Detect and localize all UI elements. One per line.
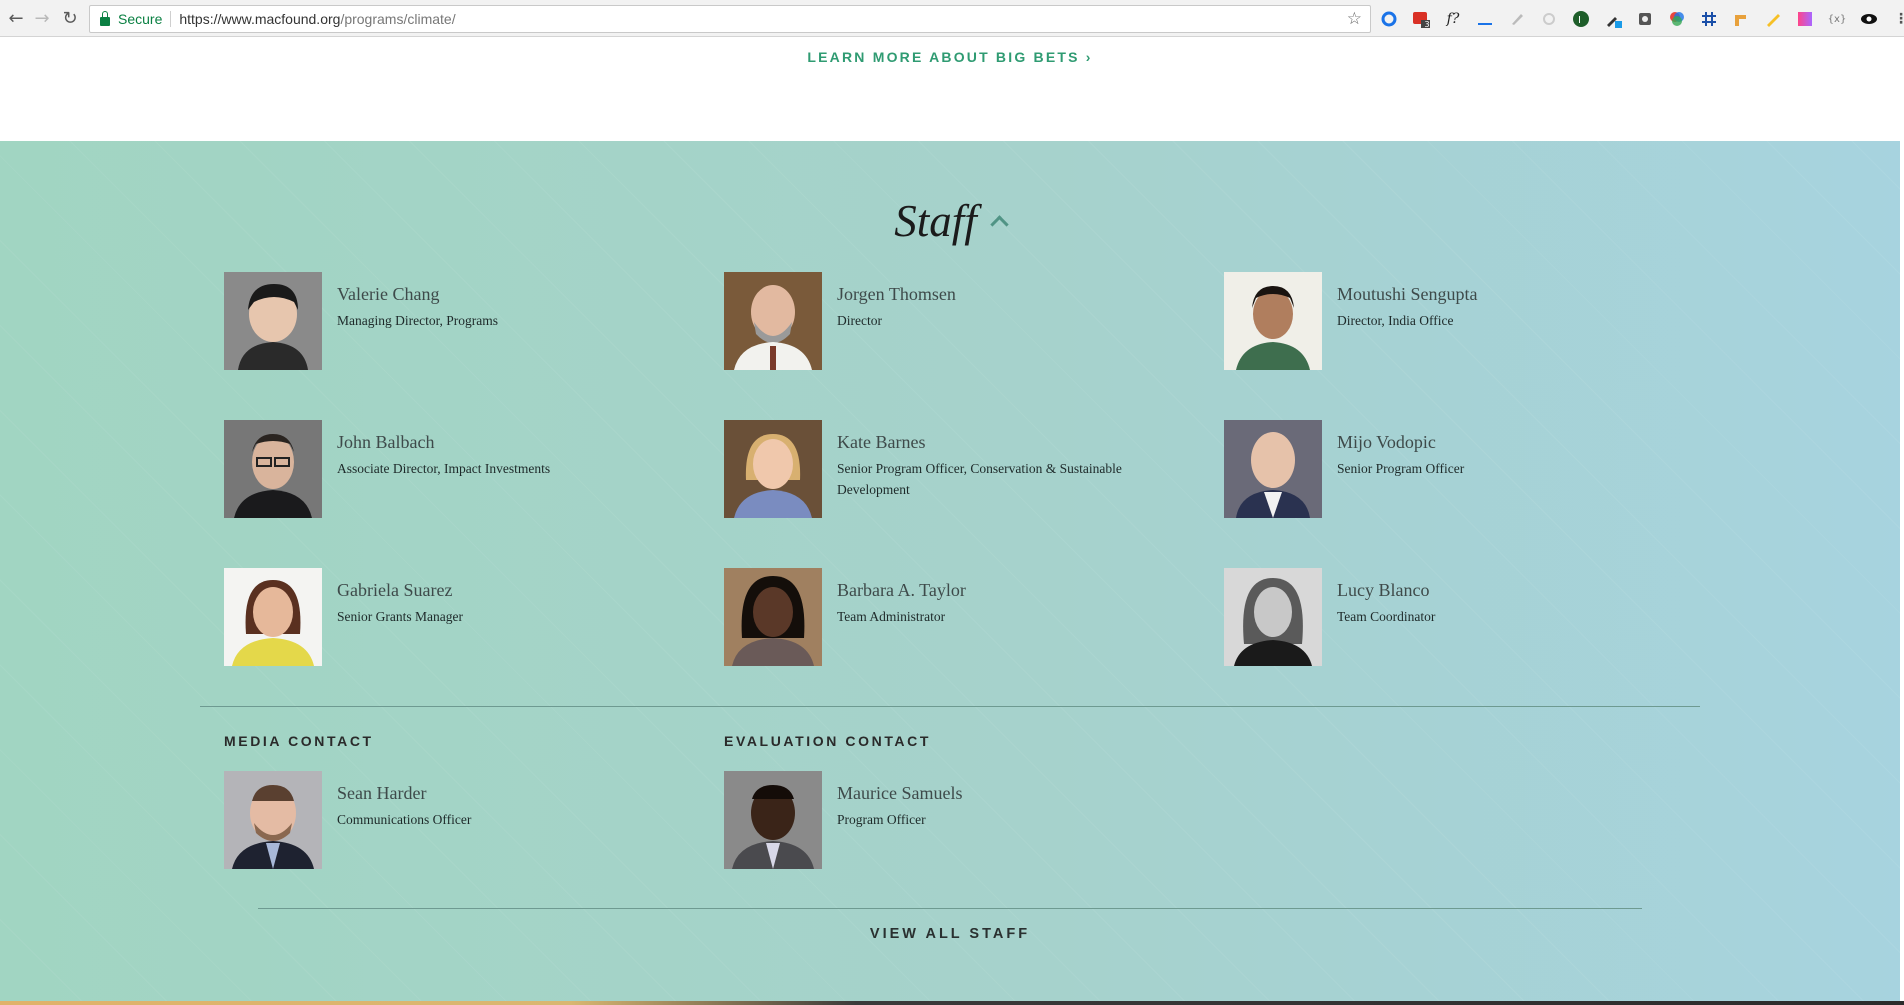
staff-role: Senior Grants Manager bbox=[337, 609, 463, 624]
reload-icon[interactable]: ↻ bbox=[58, 6, 82, 30]
staff-role: Director, India Office bbox=[1337, 313, 1454, 328]
extension-color-icon[interactable] bbox=[1666, 8, 1688, 30]
staff-photo bbox=[724, 568, 822, 666]
staff-photo bbox=[724, 420, 822, 518]
extension-underline-icon[interactable] bbox=[1474, 8, 1496, 30]
staff-card[interactable]: John Balbach Associate Director, Impact … bbox=[224, 420, 654, 520]
extension-ruler-icon[interactable] bbox=[1730, 8, 1752, 30]
url-text[interactable]: https://www.macfound.org/programs/climat… bbox=[179, 11, 455, 27]
top-content-area: LEARN MORE ABOUT BIG BETS › bbox=[0, 37, 1904, 141]
extensions-bar: 3 f? I {x} ⋮ bbox=[1378, 8, 1904, 30]
staff-title-text: Staff bbox=[894, 196, 977, 246]
extension-braces-icon[interactable]: {x} bbox=[1826, 8, 1848, 30]
staff-name[interactable]: Maurice Samuels bbox=[837, 783, 962, 804]
extension-circle-icon[interactable] bbox=[1378, 8, 1400, 30]
extension-pencil-icon[interactable] bbox=[1506, 8, 1528, 30]
staff-photo bbox=[1224, 568, 1322, 666]
staff-heading: Staff bbox=[0, 195, 1900, 247]
back-arrow-icon[interactable]: ← bbox=[4, 6, 28, 30]
evaluation-contact-heading: EVALUATION CONTACT bbox=[724, 733, 932, 749]
page-edge bbox=[1900, 37, 1904, 1005]
staff-card[interactable]: Gabriela Suarez Senior Grants Manager bbox=[224, 568, 654, 668]
menu-kebab-icon[interactable]: ⋮ bbox=[1890, 8, 1904, 30]
url-path: /programs/climate/ bbox=[340, 11, 456, 27]
media-contact-card[interactable]: Sean Harder Communications Officer bbox=[224, 771, 654, 871]
extension-badge-count: 3 bbox=[1424, 19, 1430, 29]
staff-photo bbox=[724, 771, 822, 869]
staff-card[interactable]: Jorgen Thomsen Director bbox=[724, 272, 1154, 372]
extension-mail-badge-icon[interactable]: 3 bbox=[1410, 8, 1432, 30]
staff-card[interactable]: Barbara A. Taylor Team Administrator bbox=[724, 568, 1154, 668]
staff-card[interactable]: Valerie Chang Managing Director, Program… bbox=[224, 272, 654, 372]
url-host: https://www.macfound.org bbox=[179, 11, 341, 27]
staff-photo bbox=[224, 272, 322, 370]
staff-name[interactable]: Kate Barnes bbox=[837, 432, 925, 453]
media-contact-heading: MEDIA CONTACT bbox=[224, 733, 374, 749]
staff-name[interactable]: John Balbach bbox=[337, 432, 434, 453]
section-divider bbox=[258, 908, 1642, 909]
staff-name[interactable]: Gabriela Suarez bbox=[337, 580, 452, 601]
evaluation-contact-card[interactable]: Maurice Samuels Program Officer bbox=[724, 771, 1154, 871]
secure-label: Secure bbox=[118, 11, 163, 27]
staff-name[interactable]: Lucy Blanco bbox=[1337, 580, 1429, 601]
staff-role: Team Administrator bbox=[837, 609, 946, 624]
staff-name[interactable]: Sean Harder bbox=[337, 783, 426, 804]
extension-green-circle-icon[interactable]: I bbox=[1570, 8, 1592, 30]
staff-card[interactable]: Mijo Vodopic Senior Program Officer bbox=[1224, 420, 1654, 520]
extension-shield-icon[interactable] bbox=[1634, 8, 1656, 30]
staff-photo bbox=[224, 420, 322, 518]
staff-photo bbox=[224, 771, 322, 869]
staff-name[interactable]: Valerie Chang bbox=[337, 284, 439, 305]
staff-role: Communications Officer bbox=[337, 812, 472, 827]
staff-role: Team Coordinator bbox=[1337, 609, 1436, 624]
staff-role: Director bbox=[837, 313, 882, 328]
staff-role: Managing Director, Programs bbox=[337, 313, 499, 328]
forward-arrow-icon[interactable]: → bbox=[30, 6, 54, 30]
chevron-up-icon[interactable] bbox=[990, 215, 1009, 234]
lock-icon bbox=[100, 10, 110, 26]
staff-role: Program Officer bbox=[837, 812, 926, 827]
extension-grid-icon[interactable] bbox=[1698, 8, 1720, 30]
staff-photo bbox=[224, 568, 322, 666]
learn-more-big-bets-link[interactable]: LEARN MORE ABOUT BIG BETS › bbox=[0, 49, 1900, 65]
staff-section: Staff Valerie Chang Managing Director, P… bbox=[0, 141, 1904, 1005]
extension-font-icon[interactable]: f? bbox=[1442, 8, 1464, 30]
staff-photo bbox=[1224, 420, 1322, 518]
address-separator bbox=[170, 11, 172, 27]
staff-role: Senior Program Officer bbox=[1337, 461, 1465, 476]
address-bar[interactable]: Secure https://www.macfound.org/programs… bbox=[89, 5, 1371, 33]
next-section-strip bbox=[0, 1001, 1904, 1005]
staff-role: Associate Director, Impact Investments bbox=[337, 461, 551, 476]
view-all-staff-link[interactable]: VIEW ALL STAFF bbox=[0, 926, 1900, 942]
staff-photo bbox=[724, 272, 822, 370]
staff-name[interactable]: Moutushi Sengupta bbox=[1337, 284, 1478, 305]
staff-photo bbox=[1224, 272, 1322, 370]
staff-role: Senior Program Officer, Conservation & S… bbox=[837, 461, 1122, 497]
extension-highlighter-icon[interactable] bbox=[1762, 8, 1784, 30]
browser-toolbar: ← → ↻ Secure https://www.macfound.org/pr… bbox=[0, 0, 1904, 37]
staff-card[interactable]: Kate Barnes Senior Program Officer, Cons… bbox=[724, 420, 1154, 520]
staff-name[interactable]: Jorgen Thomsen bbox=[837, 284, 956, 305]
svg-text:I: I bbox=[1578, 15, 1581, 26]
extension-gradient-icon[interactable] bbox=[1794, 8, 1816, 30]
extension-eye-icon[interactable] bbox=[1858, 8, 1880, 30]
bookmark-star-icon[interactable]: ☆ bbox=[1347, 9, 1362, 29]
extension-eyedropper-icon[interactable] bbox=[1602, 8, 1624, 30]
extension-link-icon[interactable] bbox=[1538, 8, 1560, 30]
section-divider bbox=[200, 706, 1700, 707]
staff-card[interactable]: Lucy Blanco Team Coordinator bbox=[1224, 568, 1654, 668]
staff-name[interactable]: Mijo Vodopic bbox=[1337, 432, 1436, 453]
staff-card[interactable]: Moutushi Sengupta Director, India Office bbox=[1224, 272, 1654, 372]
staff-name[interactable]: Barbara A. Taylor bbox=[837, 580, 966, 601]
